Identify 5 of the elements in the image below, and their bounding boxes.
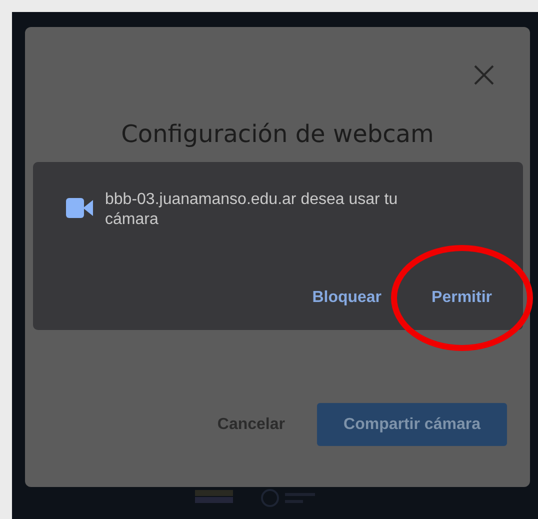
permission-message: bbb-03.juanamanso.edu.ar desea usar tu cámara: [105, 190, 399, 230]
modal-title: Configuración de webcam: [120, 120, 435, 149]
prompt-button[interactable]: Permitir: [432, 286, 492, 310]
prompt-button[interactable]: Bloquear: [312, 286, 382, 310]
video-camera-icon: [66, 198, 93, 218]
